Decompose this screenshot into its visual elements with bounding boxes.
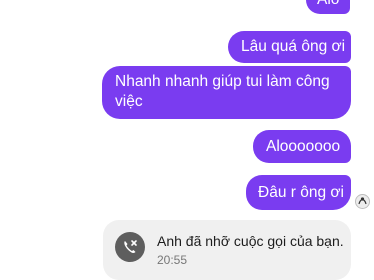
message-bubble[interactable]: Lâu quá ông ơi <box>228 31 351 63</box>
missed-call-text: Anh đã nhỡ cuộc gọi của bạn. <box>157 233 344 249</box>
message-text: Đâu r ông ơi <box>258 184 344 201</box>
seen-avatar <box>355 194 370 209</box>
message-bubble[interactable]: Alooooooo <box>253 130 351 163</box>
message-bubble[interactable]: Đâu r ông ơi <box>246 175 351 210</box>
chat-thread: Alo Lâu quá ông ơi Nhanh nhanh giúp tui … <box>0 0 374 280</box>
message-text: Nhanh nhanh giúp tui làm công việc <box>115 73 330 110</box>
missed-call-time: 20:55 <box>157 253 188 267</box>
avatar-icon <box>356 195 369 208</box>
missed-call-icon <box>115 232 145 262</box>
missed-call-card[interactable]: Anh đã nhỡ cuộc gọi của bạn. 20:55 <box>103 220 351 280</box>
message-text: Alo <box>317 0 339 8</box>
message-text: Alooooooo <box>266 138 341 155</box>
message-bubble[interactable]: Nhanh nhanh giúp tui làm công việc <box>102 66 351 119</box>
message-text: Lâu quá ông ơi <box>241 38 346 55</box>
message-bubble[interactable]: Alo <box>306 0 350 14</box>
